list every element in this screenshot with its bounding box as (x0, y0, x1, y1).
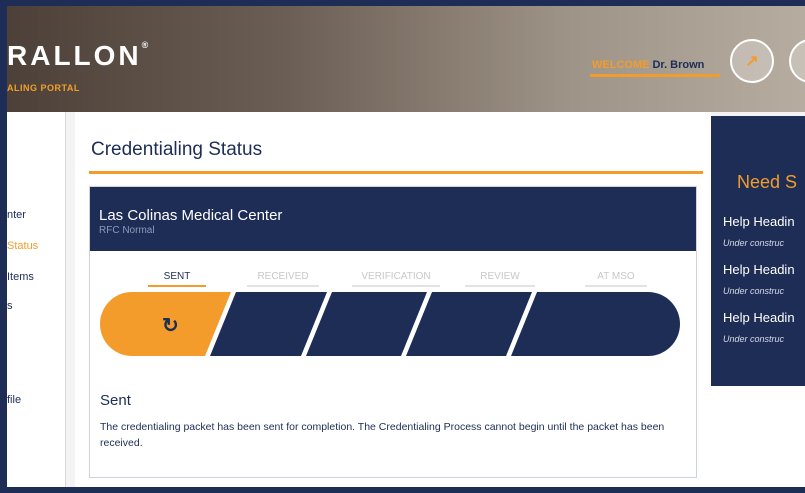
logo[interactable]: RALLON® (7, 40, 148, 72)
step-label-review[interactable]: REVIEW (465, 271, 535, 282)
sidebar-item-s[interactable]: s (7, 300, 13, 312)
portal-label: ALING PORTAL (7, 83, 80, 93)
pipeline-step-review[interactable] (406, 292, 532, 356)
step-underline-verification (352, 285, 440, 287)
share-icon: ↗ (745, 53, 759, 70)
step-label-verification[interactable]: VERIFICATION (352, 271, 440, 282)
main-content: Credentialing Status Las Colinas Medical… (75, 112, 711, 487)
user-name[interactable]: Dr. Brown (652, 59, 704, 71)
sidebar-item-items[interactable]: Items (7, 271, 34, 283)
welcome-label: WELCOME (592, 59, 650, 71)
sent-step-icon: ↻ (162, 315, 179, 337)
sidebar: nter Status Items s file (7, 112, 66, 487)
page-title: Credentialing Status (91, 139, 263, 160)
welcome-underline (590, 74, 720, 77)
help-panel-footer (711, 386, 805, 487)
status-description: The credentialing packet has been sent f… (100, 421, 665, 449)
pipeline-step-received[interactable] (210, 292, 327, 356)
sidebar-item-status[interactable]: Status (7, 240, 38, 252)
help-subtext-1: Under construc (723, 238, 785, 248)
step-underline-review (465, 285, 535, 287)
step-underline-at-mso (585, 285, 647, 287)
help-heading-1[interactable]: Help Headin (723, 214, 795, 229)
step-underline-sent (148, 285, 206, 287)
help-panel: Need S Help Headin Under construc Help H… (711, 116, 805, 386)
help-heading-2[interactable]: Help Headin (723, 262, 795, 277)
status-card: Las Colinas Medical Center RFC Normal SE… (89, 186, 697, 478)
app-window: RALLON® ALING PORTAL WELCOME Dr. Brown ↗ … (7, 6, 805, 487)
progress-pipeline (100, 292, 680, 356)
logo-mark: ® (141, 40, 149, 50)
title-divider (89, 171, 703, 174)
facility-subtitle: RFC Normal (99, 225, 155, 236)
step-label-at-mso[interactable]: AT MSO (585, 271, 647, 282)
header: RALLON® ALING PORTAL WELCOME Dr. Brown ↗ (7, 6, 805, 112)
help-panel-title: Need S (737, 172, 798, 192)
help-subtext-2: Under construc (723, 286, 785, 296)
step-underline-received (247, 285, 319, 287)
sidebar-item-center[interactable]: nter (7, 209, 26, 221)
help-subtext-3: Under construc (723, 334, 785, 344)
header-action-button[interactable]: ↗ (730, 39, 774, 83)
facility-name: Las Colinas Medical Center (99, 207, 283, 224)
logo-text: RALLON (7, 40, 142, 71)
step-label-received[interactable]: RECEIVED (247, 271, 319, 282)
welcome-message: WELCOME Dr. Brown (592, 59, 704, 71)
sidebar-item-profile[interactable]: file (7, 394, 21, 406)
help-heading-3[interactable]: Help Headin (723, 310, 795, 325)
status-heading: Sent (100, 392, 131, 409)
header-secondary-button[interactable] (789, 39, 805, 83)
pipeline-step-verification[interactable] (306, 292, 427, 356)
pipeline-step-at-mso[interactable] (511, 292, 680, 356)
facility-header: Las Colinas Medical Center RFC Normal (90, 187, 696, 251)
step-label-sent[interactable]: SENT (148, 271, 206, 282)
